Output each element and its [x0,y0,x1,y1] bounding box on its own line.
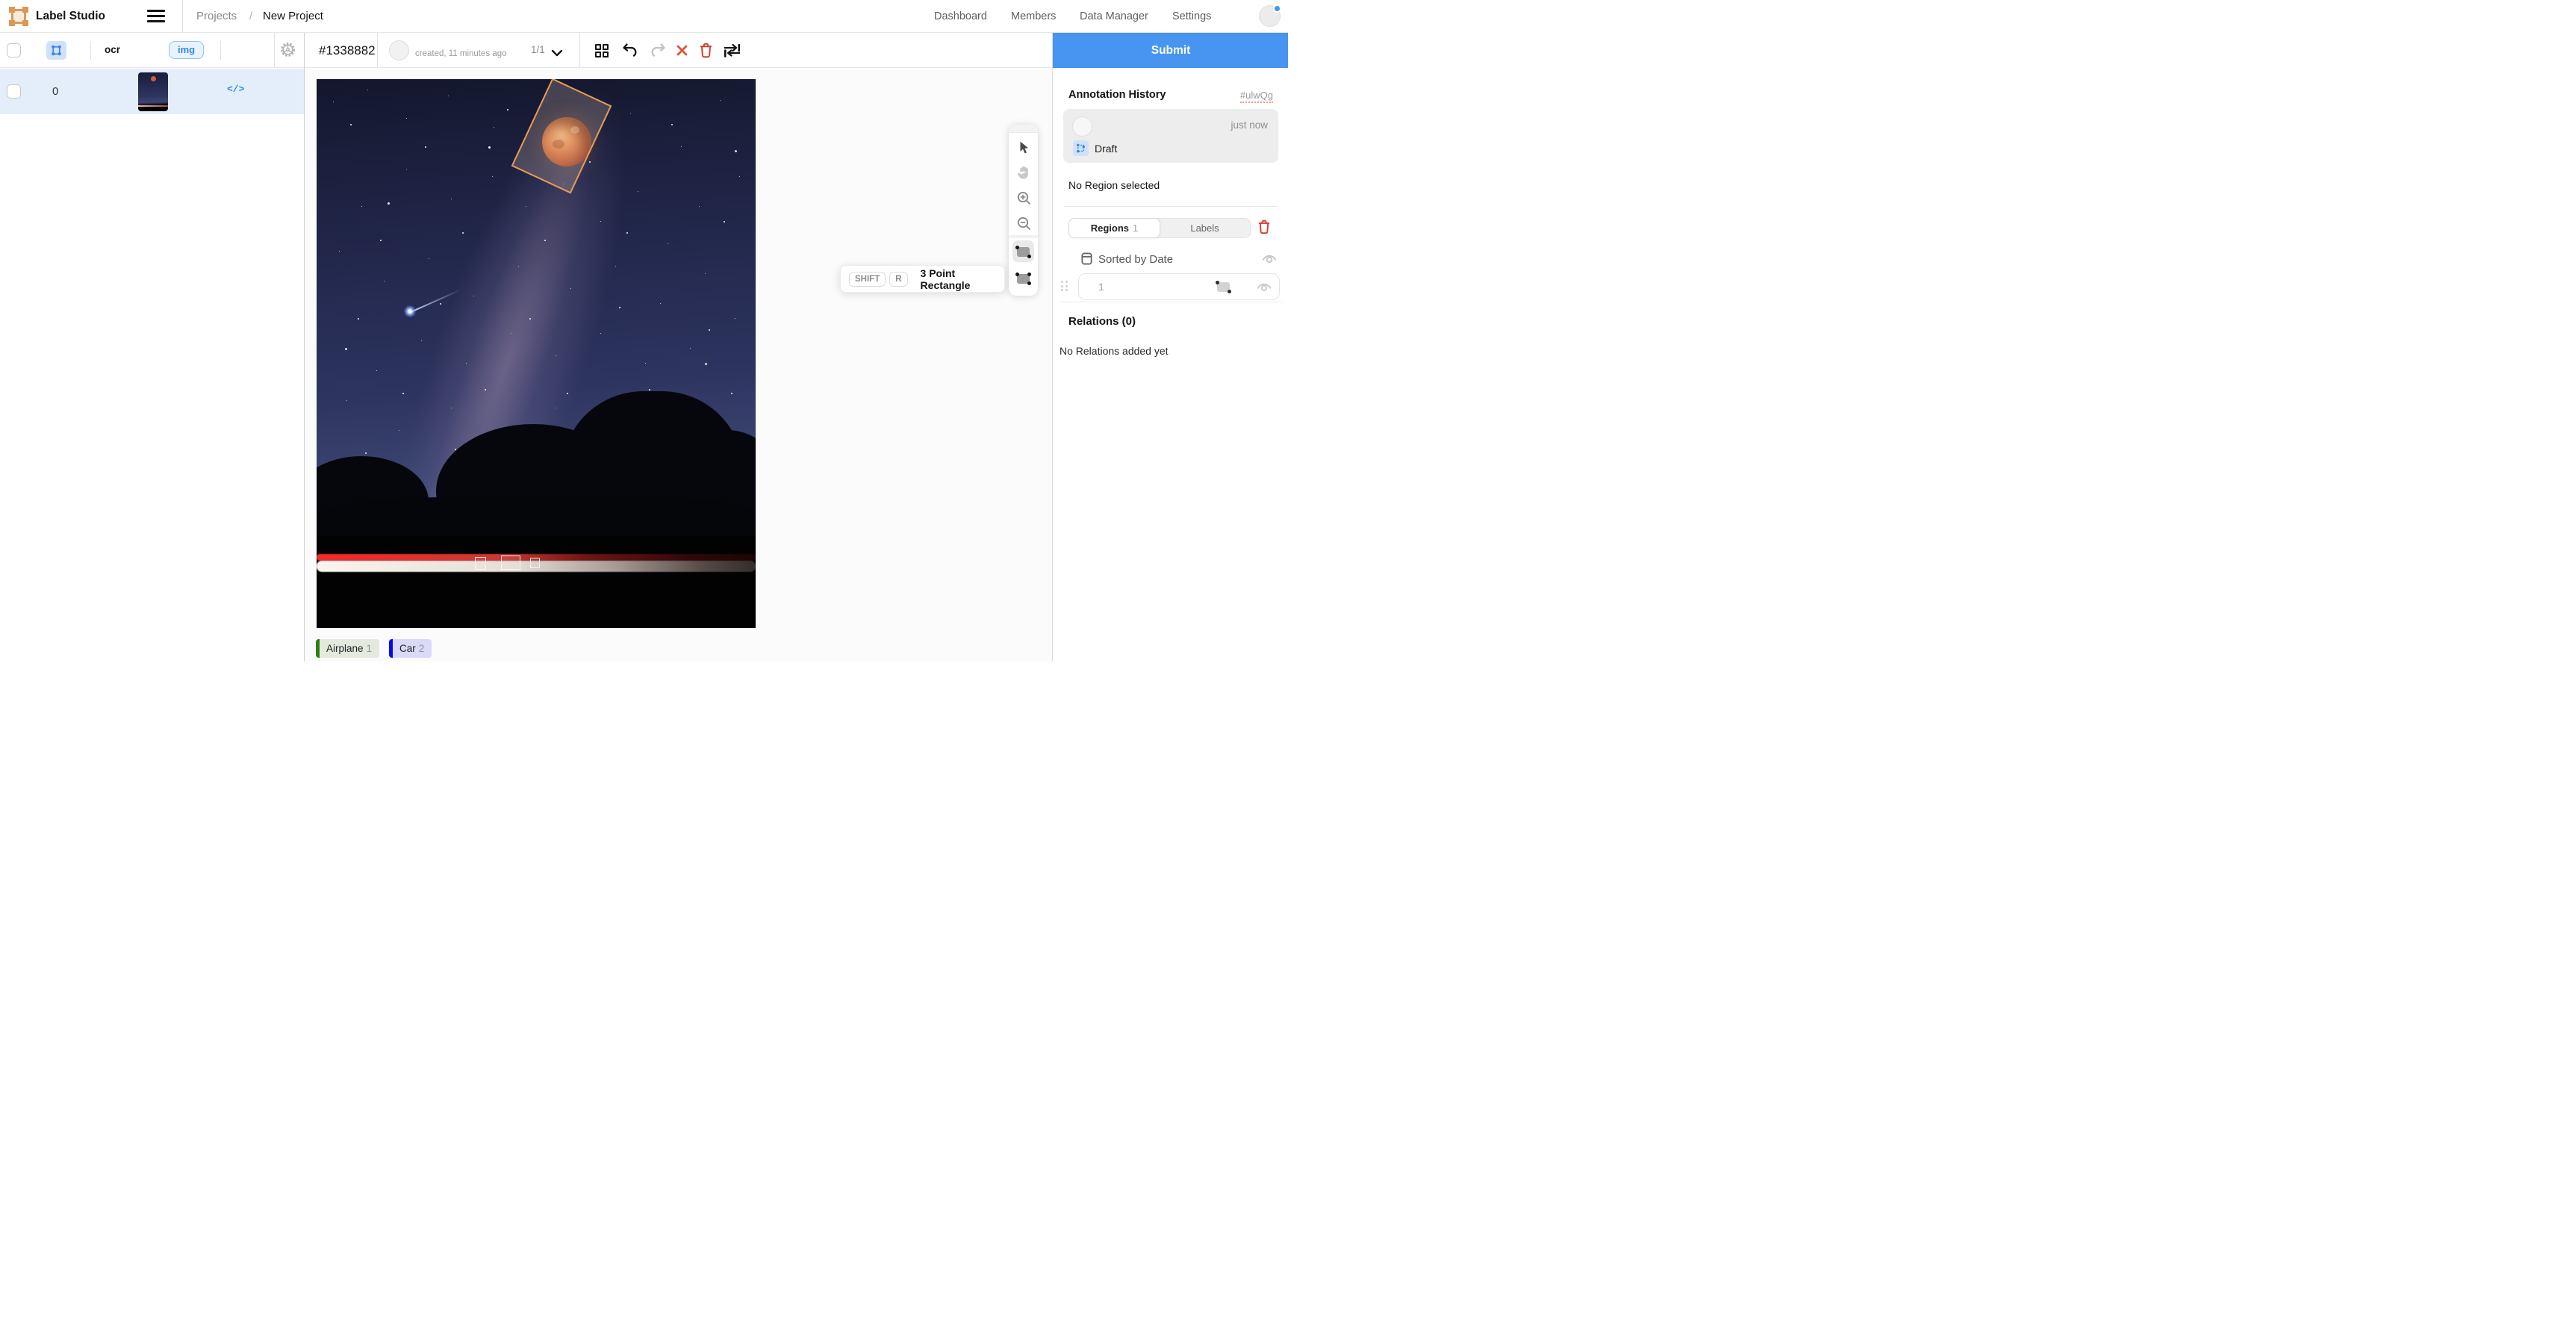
task-row-checkbox[interactable] [7,84,21,99]
delete-annotation-icon[interactable] [699,43,713,62]
task-id: #1338882 [319,43,376,58]
toggle-all-regions-eye-icon[interactable] [1262,252,1277,269]
header-divider [377,33,378,68]
sorted-by-row: Sorted by Date [1053,248,1288,270]
tab-labels[interactable]: Labels [1160,219,1250,237]
region-visibility-eye-icon[interactable] [1257,280,1272,297]
column-img-badge[interactable]: img [169,41,204,59]
regions-count: 1 [1133,222,1138,234]
label-badge-airplane[interactable]: Airplane 1 [316,639,379,658]
regions-labels-tabs: Regions 1 Labels [1068,218,1251,238]
night-sky-photo[interactable] [317,79,756,628]
tool-tooltip: SHIFT R 3 Point Rectangle [840,265,1005,293]
breadcrumb-current: New Project [263,10,323,22]
header-divider [274,33,275,68]
drag-handle-icon[interactable] [1061,281,1067,292]
tool-palette [1009,125,1038,296]
submit-button[interactable]: Submit [1053,33,1288,68]
app-title: Label Studio [36,10,105,23]
column-ocr-label[interactable]: ocr [105,44,120,55]
rectangle-tool-icon[interactable] [1009,239,1038,264]
reject-icon[interactable] [676,44,688,60]
label-studio-app: Label Studio Projects / New Project Dash… [0,0,1288,662]
annotation-column-icon[interactable] [46,41,66,60]
tooltip-label: 3 Point Rectangle [921,267,1004,291]
region-number: 1 [1098,281,1104,293]
breadcrumb-separator: / [249,10,252,22]
header-divider [90,41,91,60]
shift-key-chip: SHIFT [849,272,886,287]
nav-link-members[interactable]: Members [1011,10,1056,22]
label-badge-car[interactable]: Car 2 [389,639,432,658]
task-created-text: created, 11 minutes ago [415,49,507,58]
nav-divider [182,0,183,33]
draft-icon [1073,140,1089,156]
zoom-in-icon[interactable] [1009,185,1038,211]
cursor-tool-icon[interactable] [1009,134,1038,160]
task-thumbnail[interactable] [138,72,168,111]
rectangle-region-icon [1217,282,1230,292]
breadcrumb-projects[interactable]: Projects [196,10,237,22]
palette-drag-handle[interactable] [1009,125,1038,133]
sorted-by-label[interactable]: Sorted by Date [1098,253,1173,266]
r-key-chip: R [889,272,907,287]
tab-regions[interactable]: Regions 1 [1068,218,1160,238]
history-timestamp: just now [1231,119,1268,131]
task-row[interactable]: 0 </> [0,69,304,114]
zoom-out-icon[interactable] [1009,211,1038,236]
view-all-annotations-icon[interactable] [595,44,609,57]
label-studio-logo-icon[interactable] [9,7,28,26]
annotation-pagination: 1/1 [531,44,545,55]
annotator-avatar [389,40,409,60]
sort-order-icon[interactable] [1080,252,1093,270]
bounding-box-icon [51,45,62,56]
history-avatar [1072,116,1092,137]
nav-link-dashboard[interactable]: Dashboard [934,10,987,22]
three-point-rectangle-tool-icon[interactable] [1009,266,1038,291]
annotation-history-title: Annotation History [1068,89,1166,101]
redo-icon[interactable] [650,43,667,62]
top-nav: Label Studio Projects / New Project Dash… [0,0,1288,33]
gear-icon[interactable] [279,41,296,62]
code-icon[interactable]: </> [227,84,244,95]
notification-dot [1273,4,1281,13]
user-avatar[interactable] [1259,5,1281,27]
hand-tool-icon[interactable] [1009,160,1038,185]
panel-divider [1064,206,1278,207]
task-sidebar: ocr img 0 </> [0,33,305,662]
region-list-item[interactable]: 1 [1053,272,1288,302]
label-hotkey: 2 [419,643,432,654]
history-item[interactable]: just now Draft [1063,109,1278,163]
sidebar-header: ocr img [0,33,304,68]
transfer-arrows-icon[interactable] [723,43,741,61]
undo-icon[interactable] [621,43,638,62]
nav-link-settings[interactable]: Settings [1172,10,1211,22]
relations-empty-text: No Relations added yet [1060,345,1169,357]
menu-icon[interactable] [147,10,165,23]
label-hotkey: 1 [367,643,380,654]
header-divider [579,33,580,68]
task-header: #1338882 created, 11 minutes ago 1/1 [305,33,1052,68]
delete-regions-trash-icon[interactable] [1257,220,1271,238]
relations-title: Relations (0) [1068,315,1136,328]
palette-separator [1009,235,1038,238]
nav-link-data-manager[interactable]: Data Manager [1080,10,1148,22]
label-name: Car [393,643,419,654]
header-divider [220,41,221,60]
select-all-checkbox[interactable] [7,43,21,57]
annotation-id-link[interactable]: #ulwQg [1240,90,1273,103]
chevron-down-icon[interactable] [551,47,563,60]
task-row-id: 0 [52,85,58,98]
annotation-panel: Submit Annotation History #ulwQg just no… [1052,33,1288,662]
label-name: Airplane [320,643,367,654]
history-status: Draft [1095,143,1117,155]
region-item-box[interactable]: 1 [1078,273,1280,300]
no-region-text: No Region selected [1068,179,1160,191]
